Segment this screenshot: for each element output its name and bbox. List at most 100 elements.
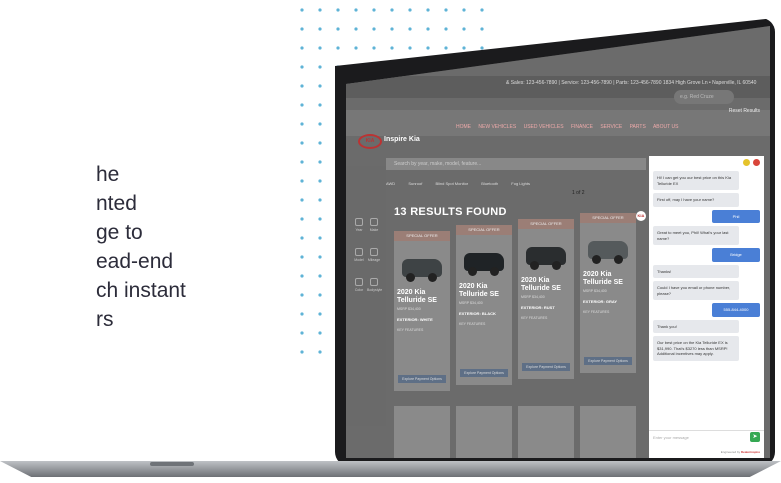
key-features-label: KEY FEATURES bbox=[459, 322, 486, 326]
nav-finance[interactable]: FINANCE bbox=[571, 124, 593, 130]
decor-dot bbox=[300, 293, 304, 297]
contact-info: & Sales: 123-456-7890 | Service: 123-456… bbox=[506, 80, 757, 86]
minimize-icon[interactable] bbox=[743, 158, 750, 166]
site-search-input[interactable]: e.g. Red Cruze bbox=[674, 90, 734, 104]
suv-image bbox=[580, 223, 636, 271]
vehicle-card[interactable]: SPECIAL OFFER 2020 Kia Telluride SE MSRP… bbox=[580, 213, 636, 373]
nav-home[interactable]: HOME bbox=[456, 124, 471, 130]
decor-dot bbox=[354, 46, 358, 50]
decor-dot bbox=[318, 65, 322, 69]
vehicle-card[interactable] bbox=[456, 406, 512, 458]
sidebar-item-label: Year bbox=[355, 228, 363, 232]
decor-dot bbox=[444, 27, 448, 31]
decor-dot bbox=[480, 46, 484, 50]
vehicle-exterior: EXTERIOR: BLACK bbox=[459, 311, 496, 316]
dealer-website: & Sales: 123-456-7890 | Service: 123-456… bbox=[346, 26, 770, 458]
suv-image bbox=[518, 229, 574, 277]
decor-dot bbox=[390, 8, 394, 12]
inventory-search-input[interactable]: Search by year, make, model, feature... bbox=[386, 158, 646, 170]
decor-dot bbox=[372, 46, 376, 50]
vehicle-card[interactable] bbox=[518, 406, 574, 458]
marketing-line: ch instant bbox=[96, 279, 186, 302]
decor-dot bbox=[372, 8, 376, 12]
sidebar-item-color[interactable]: Color bbox=[352, 276, 366, 302]
decor-dot bbox=[300, 179, 304, 183]
decor-dot bbox=[300, 198, 304, 202]
decor-dot bbox=[318, 350, 322, 354]
explore-payment-button[interactable]: Explore Payment Options bbox=[398, 375, 446, 383]
vehicle-card[interactable] bbox=[580, 406, 636, 458]
pagination[interactable]: 1 of 2 bbox=[572, 190, 585, 196]
sidebar-item-year[interactable]: Year bbox=[352, 216, 366, 242]
sidebar-item-model[interactable]: Model bbox=[352, 246, 366, 272]
decor-dot bbox=[462, 27, 466, 31]
explore-payment-button[interactable]: Explore Payment Options bbox=[522, 363, 570, 371]
vehicle-name[interactable]: 2020 Kia Telluride SE bbox=[518, 277, 574, 293]
decor-dot bbox=[318, 103, 322, 107]
vehicle-exterior: EXTERIOR: RUST bbox=[521, 305, 555, 310]
decor-dot bbox=[300, 160, 304, 164]
vehicle-card[interactable]: SPECIAL OFFER 2020 Kia Telluride SE MSRP… bbox=[394, 231, 450, 391]
vehicle-msrp: MSRP $34,400 bbox=[521, 295, 545, 299]
decor-dot bbox=[318, 255, 322, 259]
bot-message: Great to meet you, Phil! What's your las… bbox=[653, 226, 739, 245]
chat-message-input[interactable]: Enter your message bbox=[649, 430, 764, 444]
vehicle-card[interactable]: SPECIAL OFFER 2020 Kia Telluride SE MSRP… bbox=[518, 219, 574, 379]
vehicle-name[interactable]: 2020 Kia Telluride SE bbox=[394, 289, 450, 305]
filter-chip[interactable]: Sunroof bbox=[408, 181, 422, 186]
close-icon[interactable] bbox=[753, 158, 760, 166]
filter-chip[interactable]: Blind Spot Monitor bbox=[435, 181, 468, 186]
nav-parts[interactable]: PARTS bbox=[630, 124, 646, 130]
send-icon[interactable]: ➤ bbox=[750, 432, 760, 442]
explore-payment-button[interactable]: Explore Payment Options bbox=[460, 369, 508, 377]
sidebar-item-mileage[interactable]: Mileage bbox=[367, 246, 381, 272]
decor-dot bbox=[462, 46, 466, 50]
filter-chip[interactable]: AWD bbox=[386, 181, 395, 186]
decor-dot bbox=[300, 274, 304, 278]
key-features-label: KEY FEATURES bbox=[397, 328, 424, 332]
feature-filters: AWD Sunroof Blind Spot Monitor Bluetooth… bbox=[386, 181, 542, 186]
decor-dot bbox=[318, 236, 322, 240]
nav-service[interactable]: SERVICE bbox=[600, 124, 622, 130]
reset-results-link[interactable]: Reset Results bbox=[729, 108, 760, 114]
sidebar-item-bodystyle[interactable]: Bodystyle bbox=[367, 276, 383, 302]
vehicle-card[interactable] bbox=[394, 406, 450, 458]
decor-dot bbox=[300, 84, 304, 88]
decor-dot bbox=[426, 8, 430, 12]
sidebar-item-make[interactable]: Make bbox=[367, 216, 381, 242]
explore-payment-button[interactable]: Explore Payment Options bbox=[584, 357, 632, 365]
chat-messages: Hi! I can get you our best price on this… bbox=[649, 171, 764, 361]
decor-dot bbox=[318, 122, 322, 126]
decor-dot bbox=[300, 8, 304, 12]
decor-dot bbox=[390, 46, 394, 50]
decor-dot bbox=[318, 141, 322, 145]
filter-chip[interactable]: Fog Lights bbox=[511, 181, 530, 186]
sidebar-item-label: Bodystyle bbox=[367, 288, 383, 292]
vehicle-msrp: MSRP $34,400 bbox=[459, 301, 483, 305]
main-nav: HOME NEW VEHICLES USED VEHICLES FINANCE … bbox=[456, 124, 684, 130]
marketing-line: he bbox=[96, 163, 120, 186]
nav-new-vehicles[interactable]: NEW VEHICLES bbox=[478, 124, 516, 130]
decor-dot bbox=[300, 236, 304, 240]
vehicle-name[interactable]: 2020 Kia Telluride SE bbox=[456, 283, 512, 299]
dealer-brand: Inspire Kia bbox=[384, 136, 420, 143]
decor-dot bbox=[300, 350, 304, 354]
vehicle-card[interactable]: SPECIAL OFFER 2020 Kia Telluride SE MSRP… bbox=[456, 225, 512, 385]
nav-about[interactable]: ABOUT US bbox=[653, 124, 678, 130]
laptop-base bbox=[0, 455, 781, 483]
decor-dot bbox=[336, 27, 340, 31]
decor-dot bbox=[300, 312, 304, 316]
nav-used-vehicles[interactable]: USED VEHICLES bbox=[524, 124, 564, 130]
filter-chip[interactable]: Bluetooth bbox=[481, 181, 498, 186]
kia-logo[interactable]: KIA bbox=[358, 134, 382, 149]
decor-dot bbox=[336, 46, 340, 50]
sidebar-item-label: Color bbox=[354, 288, 364, 292]
special-offer-tag: SPECIAL OFFER bbox=[580, 213, 636, 223]
gauge-icon bbox=[370, 248, 378, 256]
decor-dot bbox=[390, 27, 394, 31]
laptop-notch bbox=[150, 462, 194, 466]
decor-dot bbox=[426, 27, 430, 31]
car-icon bbox=[370, 218, 378, 226]
bot-message: Hi! I can get you our best price on this… bbox=[653, 171, 739, 190]
vehicle-name[interactable]: 2020 Kia Telluride SE bbox=[580, 271, 636, 287]
